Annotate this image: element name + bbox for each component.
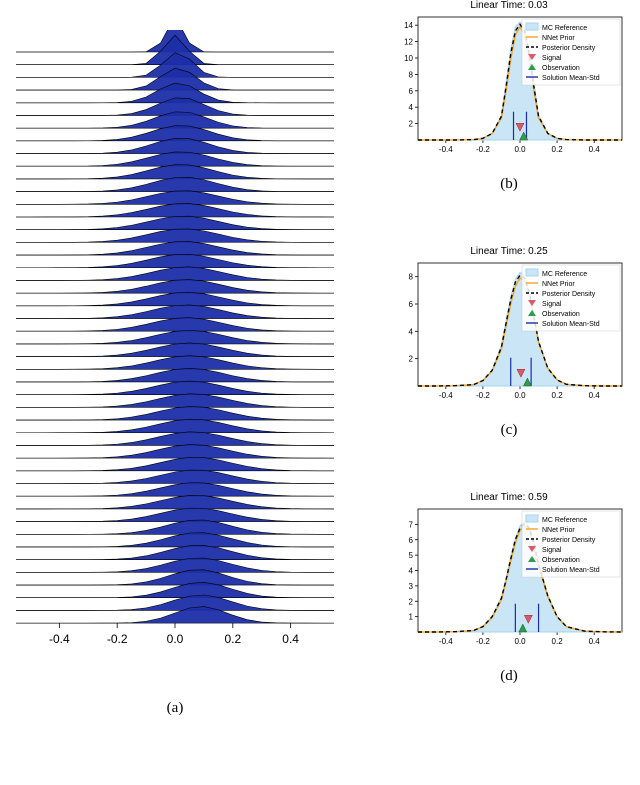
caption-d: (d) [390, 668, 628, 685]
panel-a: -0.4 -0.2 0.0 0.2 0.4 [0, 30, 350, 650]
svg-text:4: 4 [409, 567, 414, 576]
svg-text:1: 1 [409, 613, 414, 622]
svg-text:NNet Prior: NNet Prior [542, 281, 575, 288]
svg-text:6: 6 [409, 536, 414, 545]
svg-text:Posterior Density: Posterior Density [542, 291, 596, 298]
svg-text:-0.2: -0.2 [476, 145, 490, 154]
svg-text:MC Reference: MC Reference [542, 271, 587, 278]
svg-text:3: 3 [409, 582, 414, 591]
svg-text:5: 5 [409, 551, 414, 560]
svg-text:Observation: Observation [542, 65, 580, 72]
svg-text:-0.4: -0.4 [49, 632, 70, 646]
svg-text:Posterior Density: Posterior Density [542, 537, 596, 544]
svg-text:Solution Mean-Std: Solution Mean-Std [542, 567, 600, 574]
svg-text:0.0: 0.0 [167, 632, 184, 646]
panel-c: Linear Time: 0.25 2 4 6 8 -0.4 -0.2 0.0 0.2 0.4 M… [390, 246, 628, 406]
svg-text:NNet Prior: NNet Prior [542, 35, 575, 42]
svg-text:Observation: Observation [542, 557, 580, 564]
svg-text:-0.2: -0.2 [476, 637, 490, 646]
svg-text:-0.4: -0.4 [439, 637, 453, 646]
svg-text:8: 8 [409, 273, 414, 282]
svg-text:Observation: Observation [542, 311, 580, 318]
svg-text:Signal: Signal [542, 301, 562, 308]
svg-text:12: 12 [404, 38, 413, 47]
panel-c-plot: 2 4 6 8 -0.4 -0.2 0.0 0.2 0.4 MC Reference NNet Pr… [390, 259, 628, 404]
svg-text:2: 2 [409, 355, 414, 364]
panel-c-title: Linear Time: 0.25 [390, 246, 628, 257]
caption-a: (a) [0, 700, 350, 717]
svg-text:-0.4: -0.4 [439, 391, 453, 400]
svg-text:Solution Mean-Std: Solution Mean-Std [542, 321, 600, 328]
svg-text:0.2: 0.2 [552, 637, 564, 646]
svg-text:NNet Prior: NNet Prior [542, 527, 575, 534]
figure-page: -0.4 -0.2 0.0 0.2 0.4 (a) Linear Time: 0.03 … [0, 0, 640, 785]
svg-text:Solution Mean-Std: Solution Mean-Std [542, 75, 600, 82]
panel-b: Linear Time: 0.03 2 4 6 8 10 12 14 -0.4 -0.2 0.0 0… [390, 0, 628, 160]
svg-text:Signal: Signal [542, 55, 562, 62]
panel-b-plot: 2 4 6 8 10 12 14 -0.4 -0.2 0.0 0.2 0.4 MC Reference N… [390, 13, 628, 158]
svg-text:10: 10 [404, 54, 413, 63]
ridgeline-plot: -0.4 -0.2 0.0 0.2 0.4 [0, 30, 350, 650]
panel-d: Linear Time: 0.59 1 2 3 4 5 6 7 -0.4 -0.2 0.0 0.2 0… [390, 492, 628, 652]
svg-text:Signal: Signal [542, 547, 562, 554]
svg-text:0.4: 0.4 [589, 145, 601, 154]
svg-text:0.0: 0.0 [514, 391, 526, 400]
panel-b-title: Linear Time: 0.03 [390, 0, 628, 11]
svg-text:MC Reference: MC Reference [542, 25, 587, 32]
svg-text:-0.2: -0.2 [107, 632, 128, 646]
svg-text:8: 8 [409, 70, 414, 79]
svg-text:0.2: 0.2 [552, 391, 564, 400]
svg-text:-0.2: -0.2 [476, 391, 490, 400]
svg-text:0.4: 0.4 [282, 632, 299, 646]
caption-b: (b) [390, 176, 628, 193]
svg-text:0.2: 0.2 [552, 145, 564, 154]
svg-text:4: 4 [409, 103, 414, 112]
svg-text:0.0: 0.0 [514, 145, 526, 154]
svg-text:0.0: 0.0 [514, 637, 526, 646]
svg-text:MC Reference: MC Reference [542, 517, 587, 524]
svg-text:0.4: 0.4 [589, 391, 601, 400]
svg-text:Posterior Density: Posterior Density [542, 45, 596, 52]
svg-text:14: 14 [404, 21, 413, 30]
caption-c: (c) [390, 422, 628, 439]
svg-text:-0.4: -0.4 [439, 145, 453, 154]
svg-text:0.4: 0.4 [589, 637, 601, 646]
svg-text:0.2: 0.2 [224, 632, 241, 646]
panel-d-title: Linear Time: 0.59 [390, 492, 628, 503]
svg-text:6: 6 [409, 87, 414, 96]
svg-text:4: 4 [409, 327, 414, 336]
panel-d-plot: 1 2 3 4 5 6 7 -0.4 -0.2 0.0 0.2 0.4 MC Reference NNet… [390, 505, 628, 650]
right-column: Linear Time: 0.03 2468101214-0.4-0.20.00… [390, 0, 640, 785]
svg-text:2: 2 [409, 597, 414, 606]
svg-text:6: 6 [409, 300, 414, 309]
svg-text:7: 7 [409, 520, 414, 529]
svg-text:2: 2 [409, 120, 414, 129]
